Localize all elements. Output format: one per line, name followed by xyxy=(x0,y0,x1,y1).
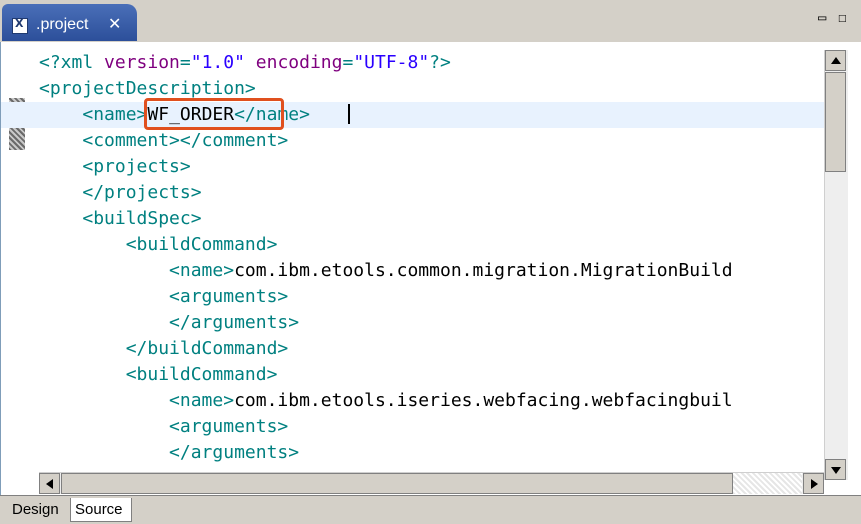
code-token-tag: <buildSpec> xyxy=(82,208,202,229)
code-token-tag: <buildCommand> xyxy=(125,234,278,255)
code-token-tag: <arguments> xyxy=(169,416,289,437)
code-token-pi xyxy=(245,52,256,73)
code-line[interactable]: <buildSpec> xyxy=(1,206,202,232)
code-token-pi: ?> xyxy=(429,52,451,73)
code-token-pi: = xyxy=(342,52,354,73)
code-token-tag: <name> xyxy=(82,104,148,125)
code-line[interactable]: <name>com.ibm.etools.iseries.webfacing.w… xyxy=(1,388,733,414)
code-token-val: "1.0" xyxy=(190,52,245,73)
maximize-icon[interactable]: ☐ xyxy=(838,10,846,26)
code-line[interactable]: </arguments> xyxy=(1,440,299,466)
code-token-attr: encoding xyxy=(255,52,343,73)
code-token-pi: = xyxy=(179,52,191,73)
code-token-tag: <name> xyxy=(169,390,235,411)
code-line[interactable]: </arguments> xyxy=(1,310,299,336)
code-token-val: "UTF-8" xyxy=(353,52,430,73)
code-token-tag: </buildCommand> xyxy=(125,338,289,359)
code-text: com.ibm.etools.iseries.webfacing.webfaci… xyxy=(234,390,733,411)
vertical-scroll-thumb[interactable] xyxy=(825,72,846,172)
code-token-tag: <name> xyxy=(169,260,235,281)
code-line[interactable]: <name>WF_ORDER</name> xyxy=(1,102,824,128)
code-token-tag: </arguments> xyxy=(169,442,300,463)
tab-title: .project xyxy=(36,16,89,33)
code-line[interactable]: <name>com.ibm.etools.common.migration.Mi… xyxy=(1,258,733,284)
tab-project-file[interactable]: .project ✕ xyxy=(2,4,137,41)
code-token-tag: <arguments> xyxy=(169,286,289,307)
code-token-tag: </arguments> xyxy=(169,312,300,333)
code-token-pi: <?xml xyxy=(39,52,105,73)
code-token-tag: <projectDescription> xyxy=(39,78,256,99)
scroll-down-button[interactable] xyxy=(825,459,846,480)
tab-design[interactable]: Design xyxy=(8,498,68,522)
minimize-icon[interactable]: ▭ xyxy=(818,10,826,26)
code-line[interactable]: <buildCommand> xyxy=(1,362,278,388)
code-line[interactable]: <arguments> xyxy=(1,414,288,440)
scroll-left-button[interactable] xyxy=(39,473,60,494)
editor-mode-tabs: Design Source xyxy=(0,495,861,524)
code-text: com.ibm.etools.common.migration.Migratio… xyxy=(234,260,733,281)
highlighted-value-box xyxy=(144,98,284,130)
scroll-right-button[interactable] xyxy=(803,473,824,494)
code-token-attr: version xyxy=(104,52,180,73)
horizontal-scrollbar[interactable] xyxy=(39,472,824,494)
code-line[interactable]: <projects> xyxy=(1,154,191,180)
xml-editor-window: .project ✕ ▭ ☐ <?xml version="1.0" encod… xyxy=(0,0,861,524)
tab-source[interactable]: Source xyxy=(70,498,132,522)
close-tab-icon[interactable]: ✕ xyxy=(108,14,121,33)
text-caret xyxy=(348,104,350,124)
code-token-tag: <buildCommand> xyxy=(125,364,278,385)
code-line[interactable]: </buildCommand> xyxy=(1,336,289,362)
code-token-tag: </projects> xyxy=(82,182,202,203)
code-area[interactable]: <?xml version="1.0" encoding="UTF-8"?> <p… xyxy=(1,42,824,472)
code-line[interactable]: <comment></comment> xyxy=(1,128,288,154)
code-line[interactable]: <?xml version="1.0" encoding="UTF-8"?> xyxy=(1,50,451,76)
code-line[interactable]: <arguments> xyxy=(1,284,288,310)
vertical-scrollbar[interactable] xyxy=(824,50,848,480)
code-token-tag: <comment></comment> xyxy=(82,130,289,151)
xml-file-icon xyxy=(12,17,28,34)
scroll-up-button[interactable] xyxy=(825,50,846,71)
horizontal-scroll-thumb[interactable] xyxy=(61,473,733,494)
code-line[interactable]: </projects> xyxy=(1,180,202,206)
code-line[interactable]: <buildCommand> xyxy=(1,232,278,258)
source-editor[interactable]: <?xml version="1.0" encoding="UTF-8"?> <p… xyxy=(0,42,861,495)
horizontal-scroll-track[interactable] xyxy=(733,473,802,494)
editor-tab-strip: .project ✕ ▭ ☐ xyxy=(0,0,861,43)
code-token-tag: <projects> xyxy=(82,156,191,177)
